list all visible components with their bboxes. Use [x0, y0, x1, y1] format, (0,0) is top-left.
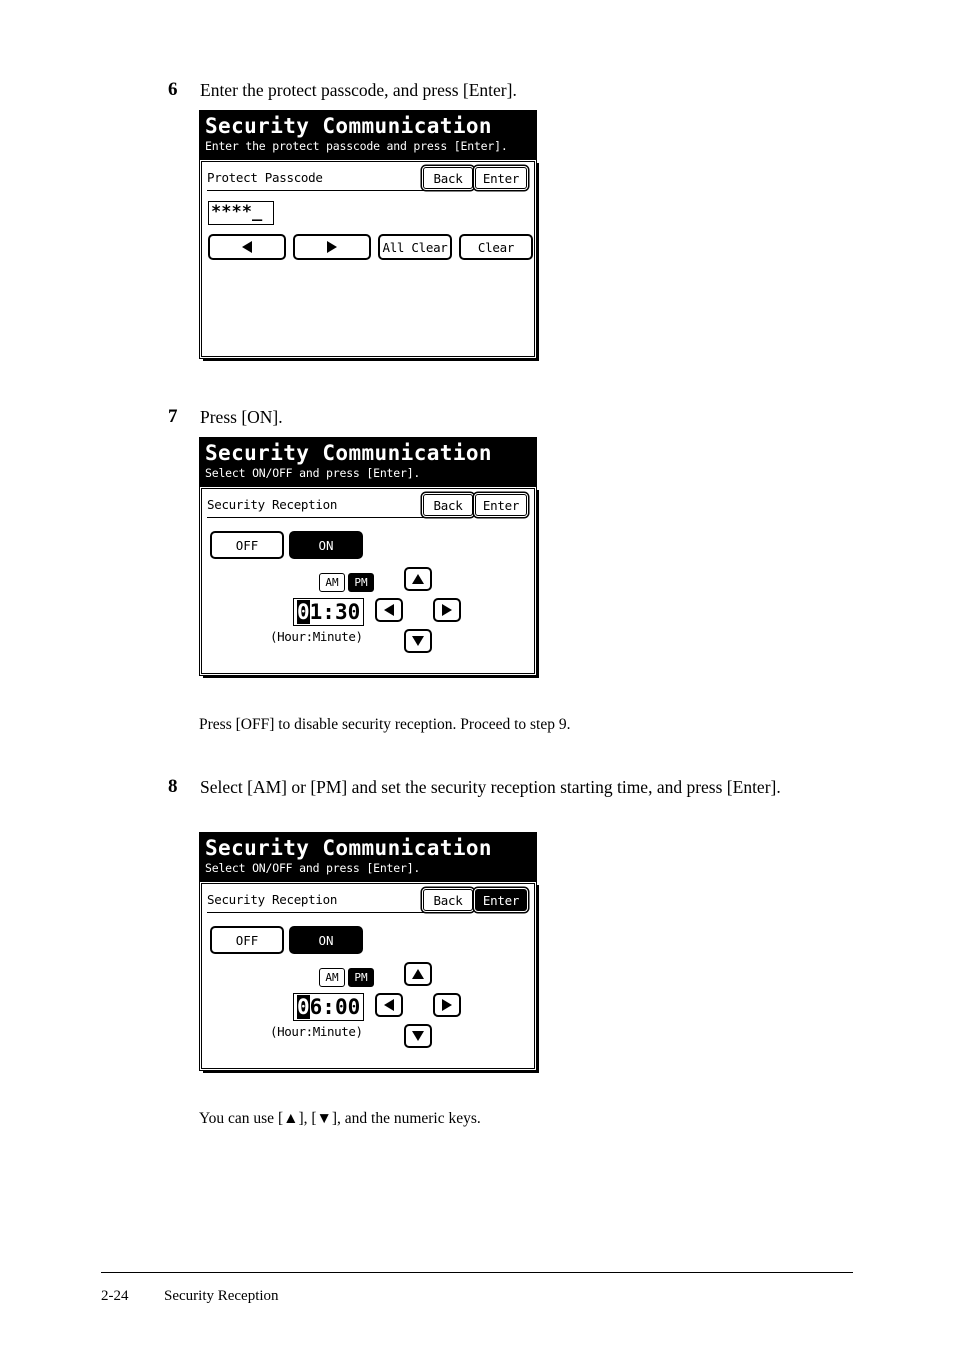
lcd-body-reception-time: Security Reception Back Enter OFF ON AM …: [199, 881, 537, 1071]
footer-divider: [101, 1272, 853, 1273]
dpad-arrow-group: [375, 962, 461, 1048]
am-pm-toggle-group: AM PM: [319, 968, 374, 987]
passcode-key-row: All Clear Clear: [208, 234, 533, 260]
off-button[interactable]: OFF: [210, 531, 284, 559]
field-label-security-reception: Security Reception: [207, 892, 425, 913]
triangle-up-icon: [412, 969, 424, 979]
field-row-security-reception: Security Reception Back Enter: [207, 889, 529, 917]
cursor-left-button[interactable]: [208, 234, 286, 260]
lcd-panel-reception-on: Security Communication Select ON/OFF and…: [199, 437, 537, 676]
cursor-right-button[interactable]: [293, 234, 371, 260]
step-7-instruction: Press [ON].: [200, 407, 283, 427]
triangle-down-icon: [412, 1031, 424, 1041]
am-pm-toggle-group: AM PM: [319, 573, 374, 592]
arrow-down-button[interactable]: [404, 629, 432, 653]
lcd-title: Security Communication: [205, 114, 492, 138]
time-caption: (Hour:Minute): [270, 629, 363, 644]
step-8-number: 8: [168, 776, 178, 797]
back-button[interactable]: Back: [423, 167, 473, 189]
enter-button[interactable]: Enter: [475, 167, 527, 189]
step-8-note: You can use [▲], [▼], and the numeric ke…: [199, 1110, 481, 1127]
on-off-toggle-group: OFF ON: [210, 531, 363, 559]
time-display[interactable]: 0 6:00: [293, 993, 365, 1021]
lcd-body-reception-on: Security Reception Back Enter OFF ON AM …: [199, 486, 537, 676]
pm-button[interactable]: PM: [348, 573, 374, 592]
back-button[interactable]: Back: [423, 494, 473, 516]
time-display[interactable]: 0 1:30: [293, 598, 365, 626]
arrow-down-button[interactable]: [404, 1024, 432, 1048]
document-page: 6 Enter the protect passcode, and press …: [0, 0, 954, 1348]
step-7-number: 7: [168, 406, 178, 427]
all-clear-button[interactable]: All Clear: [378, 234, 452, 260]
lcd-header-reception-time: Security Communication Select ON/OFF and…: [199, 832, 537, 881]
time-remaining-digits: 6:00: [309, 995, 361, 1019]
lcd-body-passcode: Protect Passcode Back Enter ****_ All Cl…: [199, 159, 537, 359]
triangle-down-icon: [412, 636, 424, 646]
field-label-protect-passcode: Protect Passcode: [207, 170, 425, 191]
dpad-arrow-group: [375, 567, 461, 653]
arrow-right-button[interactable]: [433, 993, 461, 1017]
lcd-subtitle: Enter the protect passcode and press [En…: [205, 139, 508, 153]
lcd-header-passcode: Security Communication Enter the protect…: [199, 110, 537, 159]
lcd-header-reception-on: Security Communication Select ON/OFF and…: [199, 437, 537, 486]
lcd-title: Security Communication: [205, 836, 492, 860]
arrow-right-button[interactable]: [433, 598, 461, 622]
enter-button[interactable]: Enter: [475, 889, 527, 911]
triangle-left-icon: [242, 241, 252, 253]
lcd-panel-reception-time: Security Communication Select ON/OFF and…: [199, 832, 537, 1071]
triangle-left-icon: [384, 999, 394, 1011]
footer-page-number: 2-24: [101, 1288, 129, 1304]
arrow-left-button[interactable]: [375, 598, 403, 622]
field-label-security-reception: Security Reception: [207, 497, 425, 518]
on-off-toggle-group: OFF ON: [210, 926, 363, 954]
time-caption: (Hour:Minute): [270, 1024, 363, 1039]
clear-button[interactable]: Clear: [459, 234, 533, 260]
arrow-up-button[interactable]: [404, 962, 432, 986]
triangle-left-icon: [384, 604, 394, 616]
time-remaining-digits: 1:30: [309, 600, 361, 624]
lcd-subtitle: Select ON/OFF and press [Enter].: [205, 466, 421, 480]
triangle-right-icon: [327, 241, 337, 253]
am-button[interactable]: AM: [319, 968, 345, 987]
on-button[interactable]: ON: [289, 531, 363, 559]
pm-button[interactable]: PM: [348, 968, 374, 987]
lcd-subtitle: Select ON/OFF and press [Enter].: [205, 861, 421, 875]
on-button[interactable]: ON: [289, 926, 363, 954]
field-row-passcode: Protect Passcode Back Enter: [207, 167, 529, 195]
arrow-up-button[interactable]: [404, 567, 432, 591]
step-7-note: Press [OFF] to disable security receptio…: [199, 716, 571, 733]
arrow-left-button[interactable]: [375, 993, 403, 1017]
time-cursor-digit: 0: [297, 995, 310, 1019]
step-6-number: 6: [168, 79, 178, 100]
time-cursor-digit: 0: [297, 600, 310, 624]
step-6-instruction: Enter the protect passcode, and press [E…: [200, 80, 517, 100]
off-button[interactable]: OFF: [210, 926, 284, 954]
footer-section-title: Security Reception: [164, 1288, 279, 1304]
lcd-panel-passcode: Security Communication Enter the protect…: [199, 110, 537, 359]
back-button[interactable]: Back: [423, 889, 473, 911]
triangle-right-icon: [442, 604, 452, 616]
enter-button[interactable]: Enter: [475, 494, 527, 516]
triangle-up-icon: [412, 574, 424, 584]
am-button[interactable]: AM: [319, 573, 345, 592]
lcd-title: Security Communication: [205, 441, 492, 465]
step-8-instruction: Select [AM] or [PM] and set the security…: [200, 777, 781, 797]
field-row-security-reception: Security Reception Back Enter: [207, 494, 529, 522]
passcode-input[interactable]: ****_: [208, 201, 274, 225]
triangle-right-icon: [442, 999, 452, 1011]
